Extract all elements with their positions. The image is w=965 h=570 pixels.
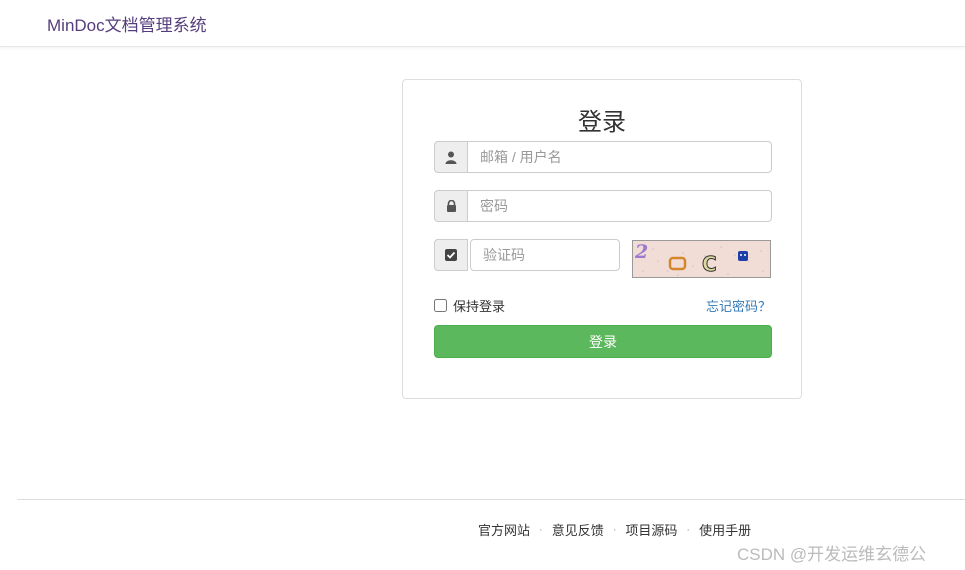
password-input[interactable] [468,190,772,222]
password-group [434,190,772,222]
footer-link-feedback[interactable]: 意见反馈 [552,520,604,539]
footer-separator: · [686,523,691,536]
top-navbar: MinDoc文档管理系统 [0,0,965,47]
captcha-image[interactable]: 2 C [632,240,771,278]
username-input[interactable] [468,141,772,173]
footer-link-official-site[interactable]: 官方网站 [478,520,530,539]
login-button[interactable]: 登录 [434,325,772,358]
check-square-icon [434,239,468,271]
svg-text:2: 2 [634,241,648,263]
captcha-input[interactable] [470,239,620,271]
footer-links: 官方网站 · 意见反馈 · 项目源码 · 使用手册 [478,520,751,539]
login-panel: 登录 邮箱 / 用户名 验证码 2 C 保持登录 忘记密码？ 登录 [402,79,802,399]
footer-divider [17,499,965,500]
footer-link-manual[interactable]: 使用手册 [699,520,751,539]
user-icon [434,141,468,173]
remember-me[interactable]: 保持登录 [434,296,505,315]
footer-link-source[interactable]: 项目源码 [625,520,677,539]
footer-separator: · [539,523,543,536]
remember-label: 保持登录 [453,299,506,314]
svg-text:C: C [702,252,717,276]
footer-separator: · [612,523,617,536]
lock-icon [434,190,468,222]
watermark: CSDN @开发运维玄德公 [737,545,927,564]
remember-checkbox[interactable] [434,299,447,312]
forgot-password-link[interactable]: 忘记密码？ [706,296,771,315]
username-group [434,141,772,173]
captcha-group [434,239,620,271]
login-title: 登录 [578,109,626,136]
brand-link[interactable]: MinDoc文档管理系统 [47,11,207,36]
